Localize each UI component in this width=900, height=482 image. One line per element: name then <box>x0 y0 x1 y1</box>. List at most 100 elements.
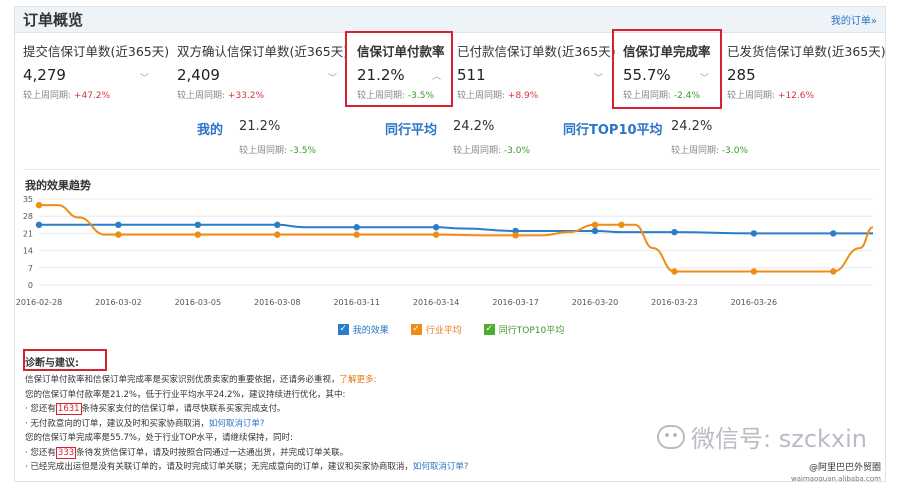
line-text: · 您还有 <box>25 404 56 414</box>
y-tick-label: 28 <box>23 212 33 221</box>
learn-more-link[interactable]: 了解更多: <box>340 375 377 385</box>
pending-payment-count[interactable]: 1631 <box>55 403 82 415</box>
corner-url: waimaoquan.alibaba.com <box>790 475 881 482</box>
panel-header: 订单概览 我的订单» <box>15 7 885 33</box>
line-text: 条待买家支付的信保订单，请尽快联系买家完成支付。 <box>81 404 286 414</box>
metric-label: 已发货信保订单数(近365天) <box>727 44 886 59</box>
metric-label: 双方确认信保订单数(近365天) <box>177 44 349 59</box>
y-tick-label: 7 <box>28 264 33 273</box>
y-tick-label: 14 <box>23 247 33 256</box>
chevron-down-icon[interactable]: ﹀ <box>328 71 337 84</box>
data-point <box>591 227 599 235</box>
line-text: 条待发货信保订单，请及时按照合同通过一达通出货，并完成订单关联。 <box>76 447 349 458</box>
chart-legend: ✓ 我的效果 ✓ 行业平均 ✓ 同行TOP10平均 <box>15 323 885 336</box>
legend-label: 我的效果 <box>352 326 389 336</box>
data-point <box>750 230 758 237</box>
x-tick-label: 2016-03-02 <box>95 298 142 307</box>
y-tick-label: 35 <box>23 195 33 204</box>
diagnosis-line: · 您还有 1631 条待买家支付的信保订单，请尽快联系买家完成支付。 <box>25 402 625 417</box>
diagnosis-line: 您的信保订单完成率是55.7%，处于行业TOP水平，请继续保持，同时: <box>25 433 293 443</box>
compare-label: 较上周同期: <box>727 91 776 101</box>
data-point <box>274 231 281 238</box>
diagnosis-line: · 无付款意向的订单，建议及时和买家协商取消，如何取消订单? <box>25 417 625 432</box>
data-point <box>115 221 122 228</box>
legend-item-top10[interactable]: ✓ 同行TOP10平均 <box>483 323 565 336</box>
legend-label: 行业平均 <box>425 326 462 336</box>
series-line <box>39 204 874 273</box>
data-point <box>194 221 202 228</box>
compare-label: 较上周同期: <box>239 146 288 156</box>
metrics-row: 提交信保订单数(近365天) 4,279 较上周同期: +47.2% ﹀ 双方确… <box>15 29 886 109</box>
pending-shipment-count[interactable]: 333 <box>55 446 77 459</box>
diagnosis-title: 诊断与建议: <box>25 358 79 369</box>
metric-compare: 较上周同期: +8.9% <box>457 88 615 101</box>
comparison-compare: 较上周同期: -3.0% <box>453 143 530 156</box>
comparison-compare: 较上周同期: -3.5% <box>239 143 316 156</box>
comparison-value: 24.2% <box>453 119 495 134</box>
compare-value: +8.9% <box>507 91 539 101</box>
line-text: · 您还有 <box>25 447 56 458</box>
metric-submitted-orders[interactable]: 提交信保订单数(近365天) 4,279 较上周同期: +47.2% ﹀ <box>15 35 170 109</box>
x-tick-label: 2016-03-17 <box>492 298 539 307</box>
data-point <box>353 231 360 238</box>
chevron-down-icon[interactable]: ﹀ <box>594 71 603 84</box>
metric-value: 285 <box>727 66 756 84</box>
checkbox-checked-icon[interactable]: ✓ <box>337 324 349 335</box>
data-point <box>671 268 678 275</box>
metric-compare: 较上周同期: +33.2% <box>177 88 349 101</box>
corner-credit: @阿里巴巴外贸圈 waimaoquan.alibaba.com <box>790 463 881 482</box>
data-point <box>671 228 678 236</box>
x-tick-label: 2016-03-11 <box>333 298 380 307</box>
metric-value: 511 <box>457 66 486 84</box>
compare-label: 较上周同期: <box>177 91 226 101</box>
data-point <box>274 221 281 228</box>
how-to-cancel-link[interactable]: 如何取消订单? <box>209 419 265 429</box>
my-orders-link[interactable]: 我的订单» <box>831 12 877 27</box>
how-to-cancel-link[interactable]: 如何取消订单? <box>413 462 469 472</box>
data-point <box>830 268 837 275</box>
legend-item-industry[interactable]: ✓ 行业平均 <box>410 323 462 336</box>
x-tick-label: 2016-03-05 <box>175 298 222 307</box>
metric-compare: 较上周同期: +12.6% <box>727 88 885 101</box>
watermark-text: 微信号: szckxin <box>691 425 867 453</box>
legend-item-mine[interactable]: ✓ 我的效果 <box>337 323 389 336</box>
divider <box>23 169 879 170</box>
metric-shipped-orders[interactable]: 已发货信保订单数(近365天) 285 较上周同期: +12.6% <box>719 35 886 109</box>
x-tick-label: 2016-03-08 <box>254 298 301 307</box>
wechat-icon <box>657 424 685 449</box>
checkbox-checked-icon[interactable]: ✓ <box>410 324 422 335</box>
metric-confirmed-orders[interactable]: 双方确认信保订单数(近365天) 2,409 较上周同期: +33.2% ﹀ <box>169 35 349 109</box>
line-text: · 已经完成出运但是没有关联订单的，请及时完成订单关联；无完成意向的订单，建议和… <box>25 462 413 472</box>
diagnosis-line: · 已经完成出运但是没有关联订单的，请及时完成订单关联；无完成意向的订单，建议和… <box>25 460 625 475</box>
data-point <box>35 201 43 209</box>
compare-label: 较上周同期: <box>457 91 506 101</box>
comparison-value: 24.2% <box>671 119 713 134</box>
diagnosis-intro: 信保订单付款率和信保订单完成率是买家识别优质卖家的重要依据，还请务必重视，了解更… <box>25 373 625 388</box>
compare-value: -3.5% <box>289 146 317 156</box>
data-point <box>115 231 122 238</box>
watermark: 微信号: szckxin <box>657 419 867 454</box>
compare-label: 较上周同期: <box>453 146 502 156</box>
legend-label: 同行TOP10平均 <box>498 326 565 336</box>
data-point <box>618 221 625 228</box>
data-point <box>353 224 360 231</box>
x-tick-label: 2016-02-28 <box>16 298 63 307</box>
data-point <box>194 231 202 238</box>
metric-value: 2,409 <box>177 66 220 84</box>
metric-paid-orders[interactable]: 已付款信保订单数(近365天) 511 较上周同期: +8.9% ﹀ <box>449 35 616 109</box>
order-overview-panel: 订单概览 我的订单» 提交信保订单数(近365天) 4,279 较上周同期: +… <box>14 6 886 482</box>
diagnosis-section: 诊断与建议: 信保订单付款率和信保订单完成率是买家识别优质卖家的重要依据，还请务… <box>23 349 625 475</box>
highlight-box-diagnosis <box>23 349 107 371</box>
comparison-label: 同行平均 <box>385 123 438 138</box>
x-tick-label: 2016-03-20 <box>572 298 619 307</box>
checkbox-checked-icon[interactable]: ✓ <box>483 324 495 335</box>
metric-compare: 较上周同期: +47.2% <box>23 88 161 101</box>
data-point <box>432 224 440 231</box>
data-point <box>432 231 440 238</box>
trend-line-chart: 0 7 14 21 28 35 2016-02-28 2016-03-02 2016-03-05… <box>16 195 874 307</box>
metric-label: 提交信保订单数(近365天) <box>23 44 170 59</box>
compare-value: +47.2% <box>73 91 111 101</box>
diagnosis-line: · 您还有 333 条待发货信保订单，请及时按照合同通过一达通出货，并完成订单关联。 <box>25 446 625 461</box>
corner-brand: @阿里巴巴外贸圈 <box>808 463 881 473</box>
chevron-down-icon[interactable]: ﹀ <box>140 71 149 84</box>
